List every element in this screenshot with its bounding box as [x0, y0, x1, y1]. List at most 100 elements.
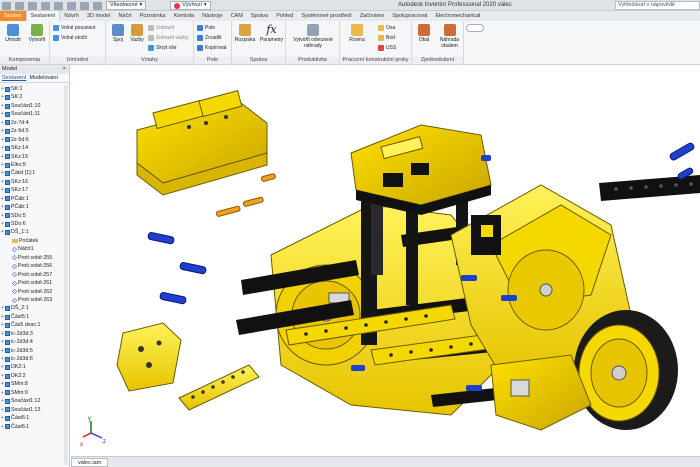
tab-11[interactable]: Systémové prostředí — [297, 11, 355, 21]
free-rotate-button[interactable]: Volné otočit — [53, 34, 87, 42]
tab-8[interactable]: CAM — [227, 11, 247, 21]
tab-0[interactable]: Soubor — [0, 11, 26, 21]
tree-item[interactable]: + ic-2d3d:4 — [0, 338, 69, 346]
mirror-button[interactable]: Zrcadlit — [197, 34, 221, 42]
tab-modelovani[interactable]: Modelování — [29, 74, 57, 82]
right-exploded-parts[interactable] — [599, 142, 700, 201]
place-component-button[interactable]: Umístit — [2, 24, 24, 43]
tree-item[interactable]: + SDo:6 — [0, 220, 69, 228]
tree-item[interactable]: + SK:2 — [0, 93, 69, 101]
tree-item[interactable]: Náčrt1 — [0, 245, 69, 253]
view-triad[interactable]: x y z — [80, 416, 106, 448]
tree-item[interactable]: + PČáb:1 — [0, 195, 69, 203]
blue-pins-left[interactable] — [147, 232, 207, 305]
tree-item[interactable]: Proti sobě:263 — [0, 296, 69, 304]
tab-4[interactable]: Náčrt — [114, 11, 135, 21]
tree-item[interactable]: + SDo:5 — [0, 212, 69, 220]
tab-1[interactable]: Sestavení — [25, 11, 61, 21]
shrinkwrap-button[interactable]: Obal — [413, 24, 435, 43]
tree-item[interactable]: + SMm:9 — [0, 389, 69, 397]
appearance-combo[interactable]: Výchozí ▾ — [170, 1, 211, 10]
tree-item[interactable]: + Čátst [1]:1 — [0, 169, 69, 177]
tab-12[interactable]: Začínáme — [356, 11, 388, 21]
hide-all-button[interactable]: Skrýt vše — [148, 44, 177, 52]
select-icon[interactable] — [93, 1, 102, 10]
tree-item[interactable]: + ic-2d3d:6 — [0, 355, 69, 363]
tree-item[interactable]: + Součást1:12 — [0, 397, 69, 405]
point-button[interactable]: Bod — [378, 34, 395, 42]
yellow-beam-part[interactable] — [178, 364, 260, 411]
show-button[interactable]: Zobrazit — [148, 24, 174, 32]
bom-button[interactable]: Rozpiska — [233, 24, 257, 43]
main-assembly[interactable] — [236, 124, 678, 431]
tab-5[interactable]: Poznámka — [136, 11, 170, 21]
tree-item[interactable]: + ic-2d3d:3 — [0, 330, 69, 338]
show-constraints-button[interactable]: Zobrazit vazby — [148, 34, 189, 42]
tab-9[interactable]: Správa — [247, 11, 272, 21]
browser-scrollbar[interactable] — [64, 85, 68, 465]
tree-item[interactable]: + DK2:1 — [0, 363, 69, 371]
tree-item[interactable]: + DK2:2 — [0, 372, 69, 380]
new-icon[interactable] — [2, 1, 11, 10]
tab-7[interactable]: Nástroje — [198, 11, 226, 21]
tree-item[interactable]: Proti sobě:257 — [0, 271, 69, 279]
tree-item[interactable]: + SMm:8 — [0, 380, 69, 388]
tree-item[interactable]: + Elko:5 — [0, 161, 69, 169]
tree-item[interactable]: + ic-2d3d:5 — [0, 347, 69, 355]
tree-item[interactable]: +2z-5d:5 — [0, 127, 69, 135]
tree-item[interactable]: + Část5:1 — [0, 313, 69, 321]
tree-item[interactable]: + Součást1:10 — [0, 102, 69, 110]
tree-item[interactable]: Proti sobě:261 — [0, 279, 69, 287]
copy-button[interactable]: Kopírovat — [197, 44, 226, 52]
derived-substitutes-button[interactable]: Vytvořit odvozené náhrady — [288, 24, 338, 49]
small-bracket-part[interactable] — [116, 322, 182, 392]
ucs-button[interactable]: USS — [378, 44, 396, 52]
tree-item[interactable]: + SK:1 — [0, 85, 69, 93]
tab-sestaveni[interactable]: Sestavení — [2, 74, 26, 82]
top-plate-part[interactable] — [136, 90, 268, 196]
create-component-button[interactable]: Vytvořit — [26, 24, 48, 43]
tree-item[interactable]: Proti sobě:262 — [0, 288, 69, 296]
tab-3[interactable]: 3D model — [83, 11, 115, 21]
parameters-button[interactable]: fx Parametry — [258, 24, 285, 44]
update-icon[interactable] — [80, 1, 89, 10]
tab-13[interactable]: Spolupracovat — [388, 11, 431, 21]
tab-2[interactable]: Návrh — [60, 11, 83, 21]
tab-10[interactable]: Pohled — [272, 11, 297, 21]
shrinkwrap-substitute-button[interactable]: Náhrada obalem — [436, 24, 463, 49]
tree-item[interactable]: + DŠ_2:1 — [0, 304, 69, 312]
tree-item[interactable]: + DŠ_1:1 — [0, 228, 69, 236]
tree-item[interactable]: + Součást1:11 — [0, 110, 69, 118]
close-icon[interactable]: × — [63, 65, 66, 74]
tree-item[interactable]: + SKz:14 — [0, 144, 69, 152]
home-icon[interactable] — [67, 1, 76, 10]
orange-pins[interactable] — [215, 173, 276, 217]
tab-14[interactable]: Electromechanical — [431, 11, 484, 21]
tree-item[interactable]: Počátek — [0, 237, 69, 245]
style-combo[interactable]: Všeobecné ▾ — [106, 1, 147, 10]
tree-item[interactable]: + SKz:16 — [0, 178, 69, 186]
ribbon-options-icon[interactable] — [466, 24, 484, 32]
tree-item[interactable]: + SKz:15 — [0, 153, 69, 161]
undo-icon[interactable] — [41, 1, 50, 10]
tree-item[interactable]: +2z-5d:6 — [0, 136, 69, 144]
tree-item[interactable]: + Čás5 dvac:1 — [0, 321, 69, 329]
tree-item[interactable]: + Část6:1 — [0, 423, 69, 431]
redo-icon[interactable] — [54, 1, 63, 10]
graphics-window[interactable]: x y z — [71, 65, 700, 456]
assembly-model[interactable]: x y z — [71, 65, 700, 456]
tree-item[interactable]: Proti sobě:255 — [0, 254, 69, 262]
open-icon[interactable] — [15, 1, 24, 10]
tab-6[interactable]: Kontrola — [170, 11, 199, 21]
tree-item[interactable]: + Část6:1 — [0, 414, 69, 422]
tree-item[interactable]: + SKz:17 — [0, 186, 69, 194]
tree-item[interactable]: Proti sobě:256 — [0, 262, 69, 270]
constrain-button[interactable]: Vazby — [126, 24, 148, 43]
pattern-button[interactable]: Pole — [197, 24, 215, 32]
axis-button[interactable]: Osa — [378, 24, 395, 32]
tree-item[interactable]: +2z-7d:4 — [0, 119, 69, 127]
tree-item[interactable]: + PČáb:1 — [0, 203, 69, 211]
doc-tab-valec[interactable]: válec.iam — [71, 458, 109, 467]
save-icon[interactable] — [28, 1, 37, 10]
help-search-input[interactable]: Vyhledávat v nápovědě — [615, 1, 700, 10]
